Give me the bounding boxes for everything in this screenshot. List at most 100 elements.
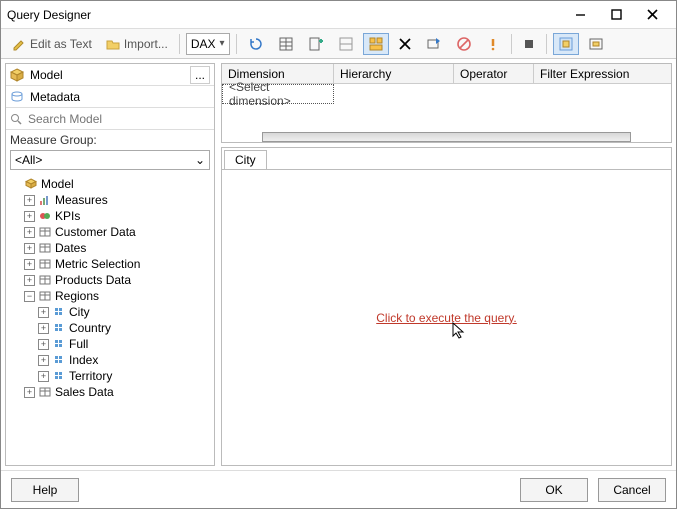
tree-root[interactable]: Model	[6, 176, 214, 192]
tree-metric-selection[interactable]: +Metric Selection	[6, 256, 214, 272]
filter-grid-row[interactable]: <Select dimension>	[222, 84, 671, 104]
tree-label: Full	[69, 337, 88, 351]
separator	[511, 34, 512, 54]
run-query-button[interactable]	[421, 33, 447, 55]
tree-index[interactable]: +Index	[6, 352, 214, 368]
expander[interactable]: +	[38, 323, 49, 334]
result-body: Click to execute the query.	[222, 169, 671, 465]
measure-group-select[interactable]: <All> ⌄	[10, 150, 210, 170]
cube-icon	[24, 178, 38, 190]
close-button[interactable]	[634, 1, 670, 29]
col-hierarchy[interactable]: Hierarchy	[334, 64, 454, 84]
measure-group-label: Measure Group:	[6, 130, 214, 150]
search-row	[6, 108, 214, 130]
measures-icon	[38, 194, 52, 206]
horizontal-scrollbar[interactable]	[262, 132, 631, 142]
help-button[interactable]: Help	[11, 478, 79, 502]
expander[interactable]: +	[24, 275, 35, 286]
expander[interactable]: +	[24, 259, 35, 270]
pencil-icon	[12, 37, 26, 51]
titlebar: Query Designer	[1, 1, 676, 29]
model-browse-button[interactable]: ...	[190, 66, 210, 84]
design-mode-button[interactable]	[553, 33, 579, 55]
expander[interactable]: +	[38, 307, 49, 318]
expander	[10, 179, 21, 190]
table-icon	[38, 386, 52, 398]
measure-group-value: <All>	[15, 153, 42, 167]
expander[interactable]: −	[24, 291, 35, 302]
column-icon	[52, 307, 66, 317]
expander[interactable]: +	[38, 355, 49, 366]
import-button[interactable]: Import...	[101, 33, 173, 55]
stop-button[interactable]	[518, 33, 540, 55]
tree-regions[interactable]: −Regions	[6, 288, 214, 304]
table-icon	[38, 290, 52, 302]
table-icon	[38, 226, 52, 238]
cancel-query-button[interactable]	[451, 33, 477, 55]
warning-button[interactable]	[481, 33, 505, 55]
col-operator[interactable]: Operator	[454, 64, 534, 84]
table-icon	[38, 242, 52, 254]
col-filter-expression[interactable]: Filter Expression	[534, 64, 671, 84]
metadata-tab[interactable]: Metadata	[6, 86, 214, 108]
auto-layout-button[interactable]	[363, 33, 389, 55]
chevron-down-icon: ⌄	[195, 153, 205, 167]
model-tree: Model + Measures +KPIs + Customer Data + Da…	[6, 174, 214, 465]
tree-products-data[interactable]: +Products Data	[6, 272, 214, 288]
result-tabs: City	[222, 148, 671, 169]
filter-grid-body	[222, 104, 671, 132]
tree-dates[interactable]: + Dates	[6, 240, 214, 256]
toolbar: Edit as Text Import... DAX ▾	[1, 29, 676, 59]
help-label: Help	[33, 483, 58, 497]
cancel-button[interactable]: Cancel	[598, 478, 666, 502]
expander[interactable]: +	[24, 243, 35, 254]
show-empty-button[interactable]	[333, 33, 359, 55]
expander[interactable]: +	[24, 211, 35, 222]
add-member-button[interactable]	[303, 33, 329, 55]
column-icon	[52, 371, 66, 381]
edit-as-text-button[interactable]: Edit as Text	[7, 33, 97, 55]
metadata-icon	[10, 90, 24, 104]
maximize-button[interactable]	[598, 1, 634, 29]
tree-country[interactable]: +Country	[6, 320, 214, 336]
expander[interactable]: +	[24, 387, 35, 398]
tree-kpis[interactable]: +KPIs	[6, 208, 214, 224]
expander[interactable]: +	[38, 339, 49, 350]
expander[interactable]: +	[24, 195, 35, 206]
tree-label: Measures	[55, 193, 108, 207]
parameters-button[interactable]	[583, 33, 609, 55]
column-icon	[52, 355, 66, 365]
footer: Help OK Cancel	[1, 470, 676, 508]
tree-territory[interactable]: + Territory	[6, 368, 214, 384]
tree-city[interactable]: +City	[6, 304, 214, 320]
tree-full[interactable]: + Full	[6, 336, 214, 352]
language-select[interactable]: DAX ▾	[186, 33, 230, 55]
refresh-button[interactable]	[243, 33, 269, 55]
ok-label: OK	[545, 483, 562, 497]
tree-customer-data[interactable]: + Customer Data	[6, 224, 214, 240]
expander[interactable]: +	[38, 371, 49, 382]
execute-query-link[interactable]: Click to execute the query.	[376, 311, 517, 325]
search-input[interactable]	[26, 111, 210, 127]
delete-button[interactable]	[393, 33, 417, 55]
tree-label: Territory	[69, 369, 112, 383]
expander[interactable]: +	[24, 227, 35, 238]
separator	[546, 34, 547, 54]
tree-label: Dates	[55, 241, 86, 255]
result-panel: City Click to execute the query.	[221, 147, 672, 466]
language-value: DAX	[191, 37, 216, 51]
tree-measures[interactable]: + Measures	[6, 192, 214, 208]
table-icon-button[interactable]	[273, 33, 299, 55]
left-panel: Model ... Metadata Measure Group: <All> …	[5, 63, 215, 466]
result-tab-city[interactable]: City	[224, 150, 267, 169]
cancel-label: Cancel	[613, 483, 650, 497]
import-label: Import...	[124, 37, 168, 51]
ok-button[interactable]: OK	[520, 478, 588, 502]
tree-sales-data[interactable]: +Sales Data	[6, 384, 214, 400]
tree-label: Customer Data	[55, 225, 136, 239]
select-dimension-cell[interactable]: <Select dimension>	[222, 84, 334, 104]
model-tab[interactable]: Model ...	[6, 64, 214, 86]
minimize-button[interactable]	[562, 1, 598, 29]
right-panel: Dimension Hierarchy Operator Filter Expr…	[221, 63, 672, 466]
cube-icon	[10, 68, 24, 82]
